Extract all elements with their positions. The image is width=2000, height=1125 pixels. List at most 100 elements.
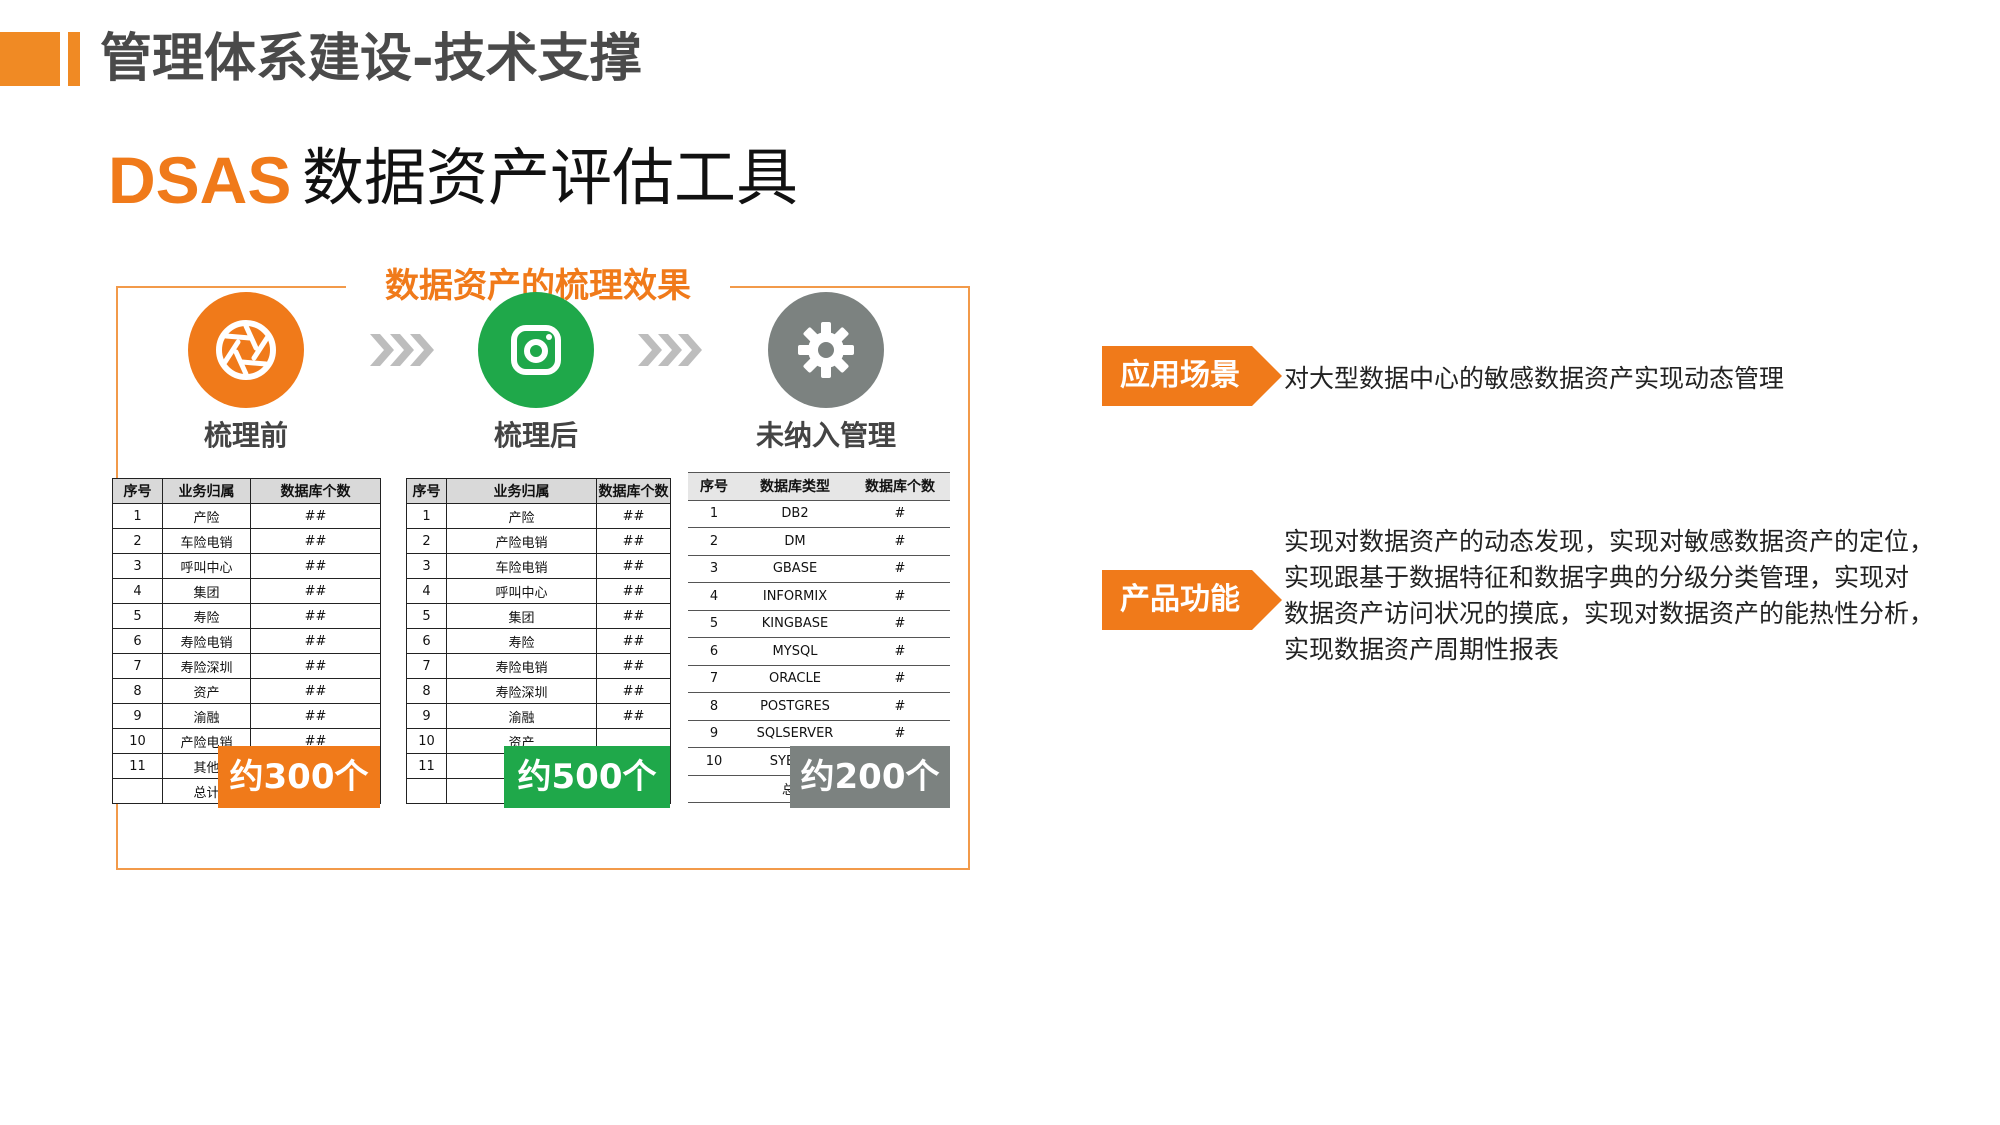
- table-cell: 7: [112, 653, 163, 679]
- table-cell: 6: [406, 628, 447, 654]
- table-cell: 2: [406, 528, 447, 554]
- table-cell: 资产: [162, 678, 251, 704]
- function-text: 实现对数据资产的动态发现，实现对敏感数据资产的定位， 实现跟基于数据特征和数据字…: [1284, 524, 1984, 668]
- stage-unmanaged-circle: [768, 292, 884, 408]
- table-row: 4 集团 ##: [112, 578, 381, 604]
- table-cell: 寿险: [162, 603, 251, 629]
- table-row: 8 寿险深圳 ##: [406, 678, 671, 704]
- table-cell: #: [850, 637, 950, 666]
- table-cell: 车险电销: [446, 553, 597, 579]
- table-cell: 3: [406, 553, 447, 579]
- function-tag: 产品功能: [1102, 570, 1282, 630]
- table-cell: INFORMIX: [740, 582, 850, 611]
- table-cell: DB2: [740, 499, 850, 528]
- table-cell: 10: [688, 747, 740, 776]
- table-cell: 8: [406, 678, 447, 704]
- table-cell: 7: [406, 653, 447, 679]
- table-cell: ##: [596, 578, 671, 604]
- stage-after-label: 梳理后: [493, 419, 578, 452]
- table-cell: ##: [250, 503, 381, 529]
- table-row: 2 DM #: [688, 527, 950, 556]
- table-row: 7 ORACLE #: [688, 664, 950, 693]
- table-cell: [688, 774, 740, 803]
- table-cell: 4: [688, 582, 740, 611]
- table-cell: ##: [596, 628, 671, 654]
- stage-unmanaged-label: 未纳入管理: [755, 419, 896, 452]
- scenario-text: 对大型数据中心的敏感数据资产实现动态管理: [1284, 364, 1785, 393]
- table-cell: ##: [596, 528, 671, 554]
- table-row: 3 车险电销 ##: [406, 553, 671, 579]
- table-cell: MYSQL: [740, 637, 850, 666]
- table-cell: #: [850, 582, 950, 611]
- table-row: 8 资产 ##: [112, 678, 381, 704]
- table-cell: 寿险深圳: [162, 653, 251, 679]
- table-cell: 1: [406, 503, 447, 529]
- table-cell: 1: [688, 499, 740, 528]
- tag-arrow-tip: [1252, 346, 1282, 406]
- table-cell: 产险: [162, 503, 251, 529]
- table-cell: 寿险电销: [162, 628, 251, 654]
- table-cell: 5: [112, 603, 163, 629]
- table-cell: 集团: [162, 578, 251, 604]
- table-row: 3 GBASE #: [688, 554, 950, 583]
- table-cell: ##: [250, 653, 381, 679]
- table-cell: #: [850, 664, 950, 693]
- table-cell: 7: [688, 664, 740, 693]
- function-line: 数据资产访问状况的摸底，实现对数据资产的能热性分析，: [1284, 599, 1935, 628]
- table-header-cell: 数据库类型: [740, 472, 850, 501]
- table-cell: 渝融: [162, 703, 251, 729]
- table-cell: ##: [250, 628, 381, 654]
- table-cell: ##: [250, 578, 381, 604]
- table-cell: #: [850, 554, 950, 583]
- table-cell: SQLSERVER: [740, 719, 850, 748]
- table-cell: 4: [112, 578, 163, 604]
- table-row: 7 寿险深圳 ##: [112, 653, 381, 679]
- table-cell: 车险电销: [162, 528, 251, 554]
- table-cell: DM: [740, 527, 850, 556]
- stage-before-label: 梳理前: [203, 419, 288, 452]
- table-header-cell: 序号: [112, 478, 163, 504]
- table-row: 1 产险 ##: [406, 503, 671, 529]
- camera-icon: [511, 325, 561, 375]
- table-header-cell: 数据库个数: [250, 478, 381, 504]
- product-subtitle: 数据资产评估工具: [302, 141, 799, 214]
- table-row: 9 SQLSERVER #: [688, 719, 950, 748]
- table-cell: 3: [112, 553, 163, 579]
- before-count-badge: 约300个: [218, 746, 380, 808]
- table-cell: 11: [112, 753, 163, 779]
- table-cell: 3: [688, 554, 740, 583]
- after-count-badge: 约500个: [504, 746, 670, 808]
- triple-chevron-right-icon: [638, 334, 702, 366]
- table-cell: ORACLE: [740, 664, 850, 693]
- table-cell: ##: [596, 678, 671, 704]
- table-cell: 10: [406, 728, 447, 754]
- table-header-cell: 序号: [406, 478, 447, 504]
- table-cell: ##: [596, 703, 671, 729]
- table-header-cell: 序号: [688, 472, 740, 501]
- triple-chevron-right-icon: [370, 334, 434, 366]
- table-cell: 6: [688, 637, 740, 666]
- aperture-icon: [216, 320, 276, 380]
- table-cell: 8: [112, 678, 163, 704]
- stage-after-circle: [478, 292, 594, 408]
- scenario-tag-label: 应用场景: [1102, 346, 1252, 406]
- table-row: 3 呼叫中心 ##: [112, 553, 381, 579]
- table-cell: 寿险: [446, 628, 597, 654]
- table-cell: #: [850, 499, 950, 528]
- brand-name: DSAS: [108, 143, 292, 217]
- table-header-cell: 数据库个数: [596, 478, 671, 504]
- table-cell: GBASE: [740, 554, 850, 583]
- table-cell: ##: [250, 528, 381, 554]
- table-row: 4 呼叫中心 ##: [406, 578, 671, 604]
- header-accent-bar: [0, 32, 60, 86]
- table-row: 2 车险电销 ##: [112, 528, 381, 554]
- table-cell: ##: [250, 678, 381, 704]
- table-row: 4 INFORMIX #: [688, 582, 950, 611]
- table-cell: 寿险电销: [446, 653, 597, 679]
- function-tag-label: 产品功能: [1102, 570, 1252, 630]
- table-cell: #: [850, 527, 950, 556]
- table-cell: 产险: [446, 503, 597, 529]
- table-row: 6 寿险电销 ##: [112, 628, 381, 654]
- stage-before-circle: [188, 292, 304, 408]
- table-cell: ##: [250, 703, 381, 729]
